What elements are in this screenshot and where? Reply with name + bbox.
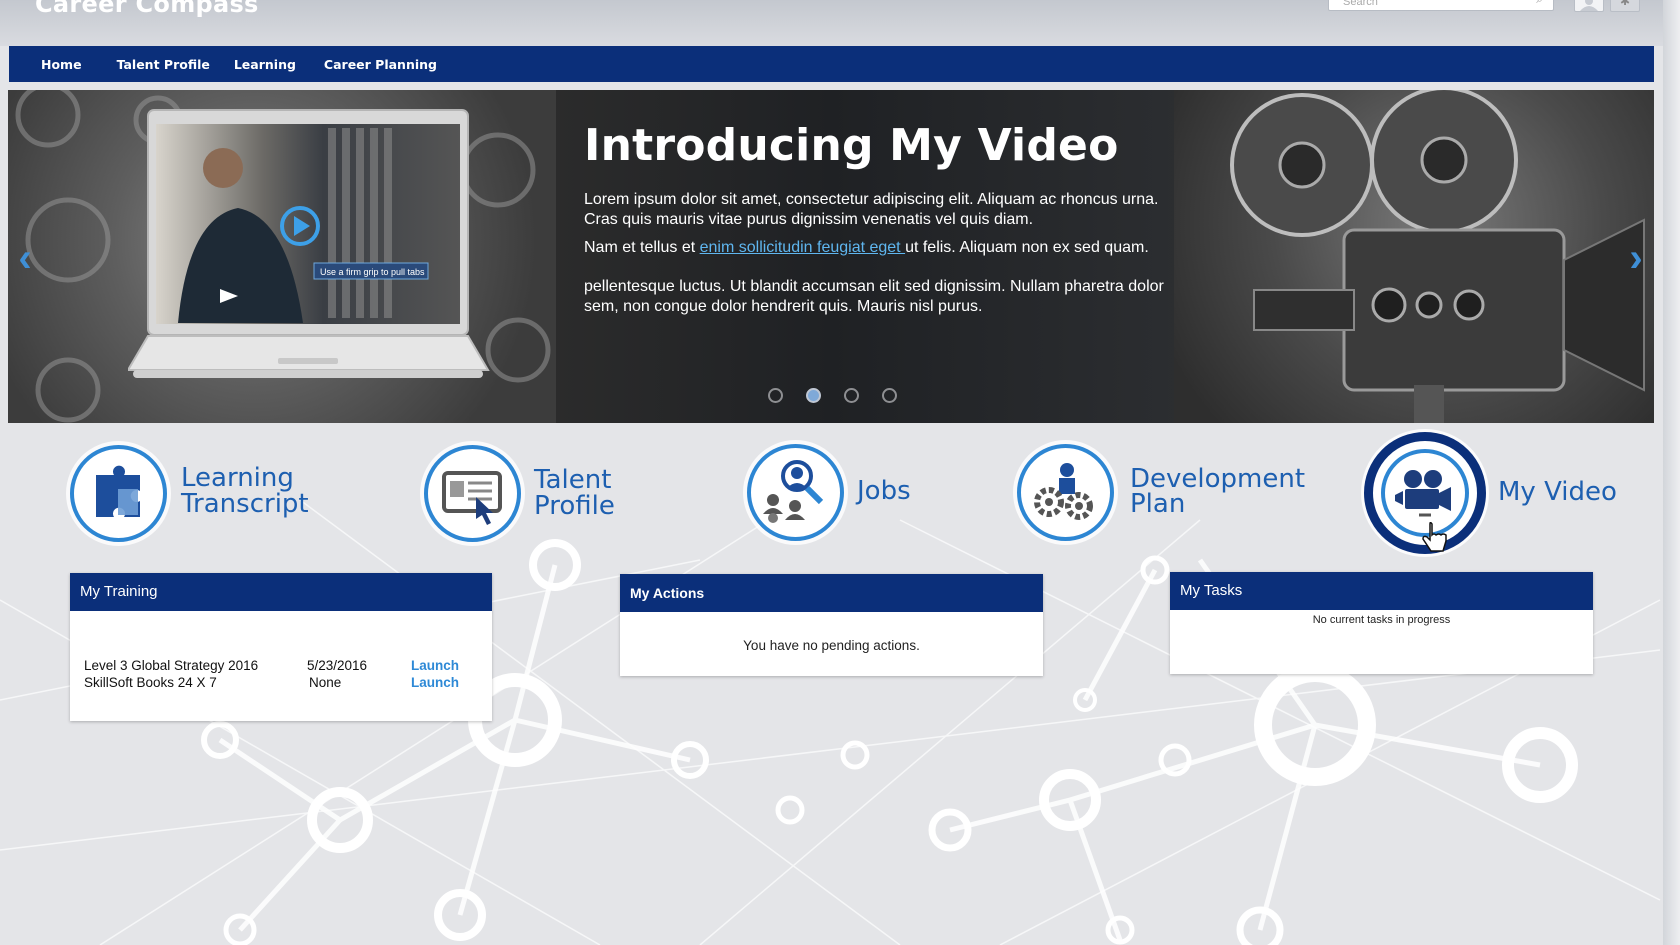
search-icon[interactable]: ⌕ [1536, 0, 1543, 6]
gear-icon: ✱ [1619, 0, 1631, 8]
search-placeholder: Search [1343, 0, 1378, 8]
hero-inline-link[interactable]: enim sollicitudin feugiat eget [700, 239, 905, 256]
hero-paragraph-2-start: Nam et tellus et [584, 239, 700, 256]
training-course-2: SkillSoft Books 24 X 7 [84, 675, 217, 690]
hero-title: Introducing My Video [584, 120, 1119, 171]
brand-logo[interactable]: Career Compass [35, 0, 259, 18]
window-edge [1663, 0, 1680, 945]
carousel-dot-1[interactable] [768, 388, 783, 403]
video-caption: Use a firm grip to pull tabs [320, 267, 425, 277]
gears-person-icon [1017, 444, 1114, 541]
tile-label-line2: Profile [534, 491, 615, 521]
hero-paragraph-2: Nam et tellus et enim sollicitudin feugi… [584, 238, 1184, 258]
people-search-icon [747, 444, 844, 541]
tile-label-line1: My Video [1498, 477, 1617, 507]
puzzle-icon [70, 445, 167, 542]
training-date-2: None [309, 675, 342, 690]
laptop-video-thumbnail[interactable]: Use a firm grip to pull tabs [128, 108, 508, 398]
tile-learning-transcript[interactable]: Learning Transcript [70, 445, 330, 545]
actions-empty-message: You have no pending actions. [743, 638, 920, 653]
tile-development-plan[interactable]: Development Plan [1017, 444, 1305, 544]
user-profile-button[interactable] [1574, 0, 1604, 12]
carousel-dot-3[interactable] [844, 388, 859, 403]
carousel-dot-2[interactable] [806, 388, 821, 403]
launch-button-2[interactable]: Launch [411, 675, 459, 690]
my-tasks-panel: My Tasks No current tasks in progress [1170, 572, 1593, 674]
main-nav: Home Talent Profile Learning Career Plan… [9, 46, 1654, 82]
hero-carousel: Use a firm grip to pull tabs Introducing… [8, 90, 1654, 423]
hero-paragraph-1: Lorem ipsum dolor sit amet, consectetur … [584, 191, 1159, 228]
nav-career-planning[interactable]: Career Planning [324, 57, 437, 72]
tile-label-line2: Plan [1130, 489, 1186, 519]
my-training-panel: My Training Level 3 Global Strategy 2016… [70, 573, 492, 721]
carousel-prev-arrow[interactable]: ‹ [13, 238, 37, 278]
user-icon [1580, 0, 1598, 11]
tile-talent-profile[interactable]: Talent Profile [424, 445, 654, 545]
tile-label-line1: Talent [534, 465, 612, 495]
tile-jobs[interactable]: Jobs [747, 444, 927, 544]
my-tasks-title: My Tasks [1170, 572, 1593, 610]
my-actions-title: My Actions [620, 574, 1043, 612]
my-actions-panel: My Actions You have no pending actions. [620, 574, 1043, 676]
tile-my-video[interactable]: My Video [1364, 432, 1624, 557]
settings-button[interactable]: ✱ [1610, 0, 1640, 12]
profile-card-icon [424, 445, 521, 542]
tasks-empty-message: No current tasks in progress [1312, 614, 1451, 626]
top-header: Career Compass Search ⌕ ✱ [0, 0, 1663, 46]
nav-learning[interactable]: Learning [234, 57, 296, 72]
launch-button-1[interactable]: Launch [411, 658, 459, 673]
hero-paragraph-2-end: ut felis. Aliquam non ex sed quam. [905, 239, 1149, 256]
my-training-title: My Training [70, 573, 492, 611]
hero-paragraph-3: pellentesque luctus. Ut blandit accumsan… [584, 278, 1164, 315]
carousel-indicators [768, 388, 897, 403]
training-date-1: 5/23/2016 [307, 658, 368, 673]
search-input[interactable]: Search ⌕ [1328, 0, 1554, 11]
nav-talent-profile[interactable]: Talent Profile [117, 57, 210, 72]
tile-label-line2: Transcript [181, 489, 309, 519]
hero-right-background [1174, 90, 1654, 423]
tile-label-line1: Jobs [857, 476, 911, 506]
training-course-1: Level 3 Global Strategy 2016 [84, 658, 259, 673]
hand-cursor-icon [1422, 522, 1447, 552]
film-camera-image [1230, 90, 1645, 423]
carousel-next-arrow[interactable]: › [1624, 238, 1648, 278]
tile-label-line1: Learning [181, 463, 294, 493]
nav-home[interactable]: Home [41, 57, 82, 72]
carousel-dot-4[interactable] [882, 388, 897, 403]
